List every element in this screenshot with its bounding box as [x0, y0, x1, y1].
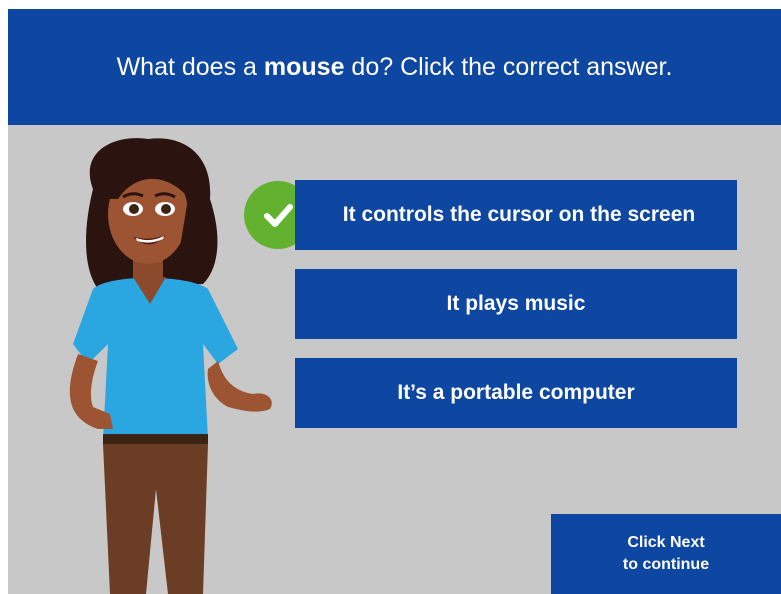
next-button-line-1: Click Next: [627, 534, 705, 552]
question-text-before: What does a: [116, 52, 264, 81]
answer-label: It’s a portable computer: [397, 381, 635, 404]
question-keyword: mouse: [263, 52, 345, 81]
checkmark-icon: [264, 204, 293, 227]
answer-option-portable-computer[interactable]: It’s a portable computer: [295, 358, 737, 428]
question-header: What does a mouse do? Click the correct …: [8, 9, 781, 125]
answer-option-music[interactable]: It plays music: [295, 269, 737, 339]
next-button-line-2: to continue: [622, 556, 710, 573]
question-text-after: do? Click the correct answer.: [344, 52, 673, 81]
next-button[interactable]: Click Next to continue: [551, 514, 781, 594]
question-text: What does a mouse do? Click the correct …: [117, 53, 673, 82]
presenter-character-illustration: [69, 138, 272, 594]
answer-option-cursor[interactable]: It controls the cursor on the screen: [295, 180, 737, 250]
slide: What does a mouse do? Click the correct …: [8, 9, 781, 594]
answer-label: It plays music: [446, 292, 586, 315]
answer-label: It controls the cursor on the screen: [342, 203, 696, 226]
